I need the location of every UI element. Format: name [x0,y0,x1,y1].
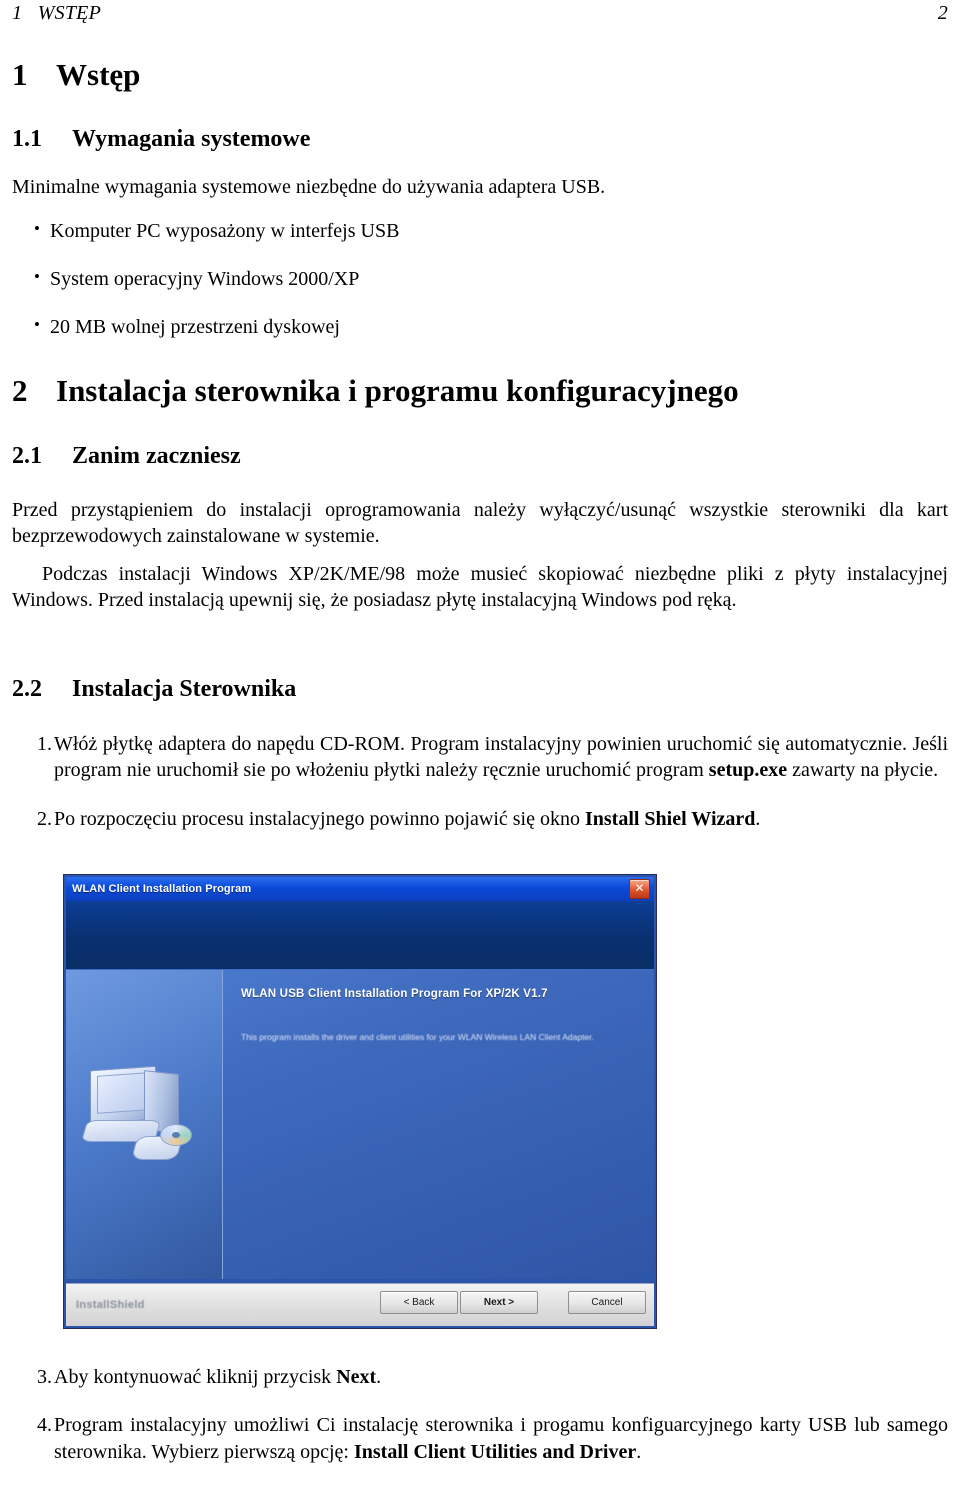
requirements-list: Komputer PC wyposażony w interfejs USB S… [12,218,912,363]
list-item: 1. Włóż płytkę adaptera do napędu CD-ROM… [12,731,948,784]
installer-description: This program installs the driver and cli… [241,1032,594,1042]
installer-window-title: WLAN Client Installation Program [72,883,252,895]
requirements-intro-paragraph: Minimalne wymagania systemowe niezbędne … [12,176,606,198]
document-page: 1 WSTĘP 2 1 Wstęp 1.1 Wymagania systemow… [0,0,960,1486]
header-section-label: 1 WSTĘP [12,2,102,24]
list-item: 4. Program instalacyjny umożliwi Ci inst… [12,1412,948,1465]
installer-title-bar: WLAN Client Installation Program ✕ [66,877,654,901]
list-item: 20 MB wolnej przestrzeni dyskowej [12,314,912,340]
heading-section-2-1-number: 2.1 [12,443,42,469]
computer-icon [80,1065,202,1176]
installer-button-row: < Back Next > Cancel [378,1291,646,1314]
list-item: Komputer PC wyposażony w interfejs USB [12,218,912,244]
close-icon[interactable]: ✕ [629,879,650,899]
heading-section-2-title: Instalacja sterownika i programu konfigu… [56,373,739,408]
step-text: Włóż płytkę adaptera do napędu CD-ROM. P… [54,733,948,782]
list-item: 2. Po rozpoczęciu procesu instalacyjnego… [12,806,948,832]
back-button[interactable]: < Back [380,1291,458,1314]
screen-shape [97,1072,149,1114]
before-you-begin-paragraph-2: Podczas instalacji Windows XP/2K/ME/98 m… [12,563,948,611]
step-text: Po rozpoczęciu procesu instalacyjnego po… [54,807,761,830]
installer-left-pane [66,970,223,1279]
cancel-button[interactable]: Cancel [568,1291,646,1314]
heading-section-2-2-number: 2.2 [12,676,42,702]
step-marker: 3. [37,1366,52,1388]
list-item: System operacyjny Windows 2000/XP [12,266,912,292]
heading-section-1-1: 1.1 Wymagania systemowe [12,126,912,154]
next-button[interactable]: Next > [460,1291,538,1314]
before-you-begin-paragraph-1: Przed przystąpieniem do instalacji oprog… [12,499,948,547]
step-text: Program instalacyjny umożliwi Ci instala… [54,1414,948,1463]
heading-section-2-2: 2.2 Instalacja Sterownika [12,676,912,704]
step-text: Aby kontynuować kliknij przycisk Next. [54,1366,382,1388]
list-item: 3. Aby kontynuować kliknij przycisk Next… [12,1364,948,1390]
heading-section-1-number: 1 [12,57,28,92]
requirement-text: System operacyjny Windows 2000/XP [50,268,360,290]
heading-section-1-title: Wstęp [56,57,141,92]
installer-footer: InstallShield < Back Next > Cancel [66,1283,654,1326]
heading-section-2: 2 Instalacja sterownika i programu konfi… [12,373,942,408]
install-steps-list-bottom: 3. Aby kontynuować kliknij przycisk Next… [12,1364,948,1465]
step-marker: 1. [37,733,52,755]
installer-heading: WLAN USB Client Installation Program For… [241,988,548,1000]
installer-body: WLAN USB Client Installation Program For… [66,970,654,1279]
heading-section-1-1-number: 1.1 [12,126,42,152]
heading-section-2-1-title: Zanim zaczniesz [72,443,241,469]
installer-screenshot-figure: WLAN Client Installation Program ✕ WLAN … [63,874,657,1329]
installer-banner [66,901,654,970]
install-steps-list-top: 1. Włóż płytkę adaptera do napędu CD-ROM… [12,731,948,832]
heading-section-2-1: 2.1 Zanim zaczniesz [12,443,912,471]
requirement-text: 20 MB wolnej przestrzeni dyskowej [50,316,340,338]
page-number: 2 [937,2,948,24]
running-header: 1 WSTĘP 2 [12,2,948,32]
requirement-text: Komputer PC wyposażony w interfejs USB [50,220,400,242]
heading-section-2-number: 2 [12,373,28,408]
heading-section-1-1-title: Wymagania systemowe [72,126,311,152]
step-marker: 4. [37,1414,52,1437]
heading-section-2-2-title: Instalacja Sterownika [72,676,297,702]
step-marker: 2. [37,807,52,830]
cd-disc-icon [160,1124,192,1146]
installshield-logo: InstallShield [76,1299,145,1311]
heading-section-1: 1 Wstęp [12,57,912,92]
